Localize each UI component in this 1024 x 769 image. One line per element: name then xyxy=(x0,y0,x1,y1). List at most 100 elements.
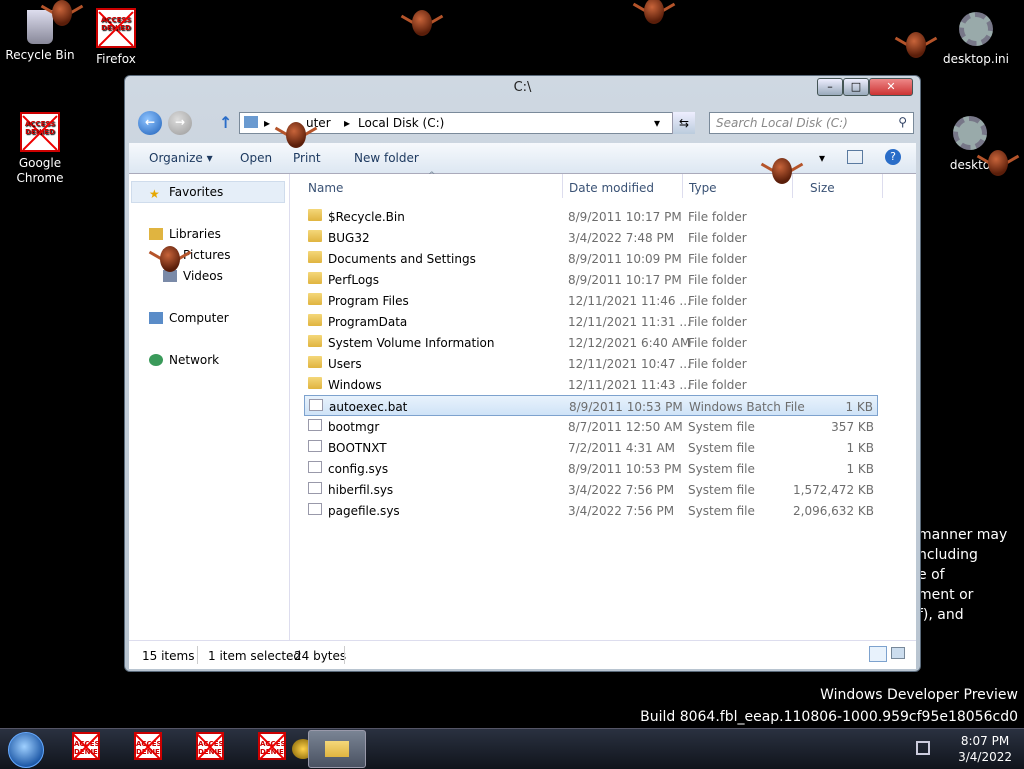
table-row[interactable]: Program Files 12/11/2021 11:46 ... File fo… xyxy=(304,290,878,311)
close-button[interactable]: ✕ xyxy=(869,78,913,96)
desktop-icon-desktop-ini[interactable]: desktop.ini xyxy=(936,12,1016,66)
status-divider xyxy=(197,646,198,664)
column-divider[interactable] xyxy=(792,174,793,198)
column-header-size[interactable]: Size xyxy=(810,181,835,195)
table-row[interactable]: BUG32 3/4/2022 7:48 PM File folder xyxy=(304,227,878,248)
desktop-icon-google-chrome[interactable]: ACCESS DENIED Google Chrome xyxy=(0,112,80,186)
column-divider[interactable] xyxy=(882,174,883,198)
table-row[interactable]: $Recycle.Bin 8/9/2011 10:17 PM File folder xyxy=(304,206,878,227)
open-button[interactable]: Open xyxy=(240,151,272,165)
address-crumb-local-disk[interactable]: Local Disk (C:) xyxy=(358,116,444,130)
desktop-icon-desktop-ini-2[interactable]: deskto xyxy=(930,116,1010,172)
desktop-icon-recycle-bin[interactable]: Recycle Bin xyxy=(0,10,80,62)
computer-icon xyxy=(149,312,163,324)
file-type: File folder xyxy=(688,357,747,371)
file-date: 12/11/2021 11:46 ... xyxy=(568,294,691,308)
start-button[interactable] xyxy=(8,732,44,768)
nav-item-computer[interactable]: Computer xyxy=(149,311,229,325)
file-date: 8/9/2011 10:17 PM xyxy=(568,210,682,224)
chevron-down-icon[interactable]: ▾ xyxy=(654,116,660,130)
file-date: 8/7/2011 12:50 AM xyxy=(568,420,683,434)
background-text-line: f), and xyxy=(918,607,964,623)
taskbar-explorer-button[interactable] xyxy=(308,730,366,768)
preview-pane-icon[interactable] xyxy=(847,150,863,164)
taskbar-clock[interactable]: 8:07 PM 3/4/2022 xyxy=(958,733,1012,765)
table-row[interactable]: bootmgr 8/7/2011 12:50 AM System file 357 K… xyxy=(304,416,878,437)
table-row[interactable]: Windows 12/11/2021 11:43 ... File folder xyxy=(304,374,878,395)
file-size: 357 KB xyxy=(831,420,874,434)
status-item-count: 15 items xyxy=(142,649,195,663)
up-arrow-icon[interactable]: ↑ xyxy=(219,113,232,132)
table-row[interactable]: ProgramData 12/11/2021 11:31 ... File fold… xyxy=(304,311,878,332)
help-icon[interactable]: ? xyxy=(885,149,901,165)
file-name: BUG32 xyxy=(328,231,370,245)
nav-item-network[interactable]: Network xyxy=(149,353,219,367)
taskbar-access-denied-icon[interactable]: ACCESS DENIED xyxy=(72,732,100,760)
desktop-icon-label: Google Chrome xyxy=(16,156,64,185)
table-row[interactable]: pagefile.sys 3/4/2022 7:56 PM System file 2… xyxy=(304,500,878,521)
recycle-bin-icon xyxy=(27,10,53,44)
file-name: Program Files xyxy=(328,294,409,308)
nav-item-videos[interactable]: Videos xyxy=(163,269,223,283)
access-denied-text: ACCESS DENIED xyxy=(198,740,224,756)
table-row[interactable]: BOOTNXT 7/2/2011 4:31 AM System file 1 KB xyxy=(304,437,878,458)
refresh-icon[interactable]: ⇆ xyxy=(672,112,695,134)
file-icon xyxy=(308,440,322,452)
file-type: File folder xyxy=(688,210,747,224)
shortcut-folder-icon xyxy=(308,251,322,263)
table-row[interactable]: Documents and Settings 8/9/2011 10:09 PM F… xyxy=(304,248,878,269)
file-name: Windows xyxy=(328,378,382,392)
taskbar-access-denied-icon[interactable]: ACCESS DENIED xyxy=(258,732,286,760)
file-size: 1 KB xyxy=(846,462,874,476)
column-header-date[interactable]: Date modified xyxy=(569,181,654,195)
column-header-type[interactable]: Type xyxy=(689,181,717,195)
watermark-line: Build 8064.fbl_eeap.110806-1000.959cf95e… xyxy=(640,709,1018,725)
folder-icon xyxy=(308,293,322,305)
view-options-icon[interactable]: ▾ xyxy=(819,151,825,165)
column-divider[interactable] xyxy=(562,174,563,198)
file-date: 3/4/2022 7:56 PM xyxy=(568,504,675,518)
nav-item-favorites[interactable]: ★ Favorites xyxy=(149,185,223,201)
desktop-icon-label: Firefox xyxy=(96,52,136,66)
access-denied-text: ACCESS DENIED xyxy=(24,120,56,136)
print-button[interactable]: Print xyxy=(293,151,321,165)
back-button[interactable]: ← xyxy=(138,111,162,135)
forward-button[interactable]: → xyxy=(168,111,192,135)
table-row[interactable]: autoexec.bat 8/9/2011 10:53 PM Windows Bat… xyxy=(304,395,878,416)
new-folder-button[interactable]: New folder xyxy=(354,151,419,165)
desktop-icon-firefox[interactable]: ACCESS DENIED Firefox xyxy=(76,8,156,66)
access-denied-icon: ACCESS DENIED xyxy=(20,112,60,152)
organize-button[interactable]: Organize ▾ xyxy=(149,151,213,165)
nav-item-libraries[interactable]: Libraries xyxy=(149,227,221,241)
column-divider[interactable] xyxy=(682,174,683,198)
details-view-icon[interactable] xyxy=(869,646,887,662)
file-icon xyxy=(308,482,322,494)
maximize-button[interactable]: □ xyxy=(843,78,869,96)
table-row[interactable]: Users 12/11/2021 10:47 ... File folder xyxy=(304,353,878,374)
pictures-icon xyxy=(163,249,177,261)
address-bar[interactable]: ▸ uter ▸ Local Disk (C:) ▾ ⇆ xyxy=(239,112,695,134)
table-row[interactable]: hiberfil.sys 3/4/2022 7:56 PM System file 1… xyxy=(304,479,878,500)
table-row[interactable]: PerfLogs 8/9/2011 10:17 PM File folder xyxy=(304,269,878,290)
access-denied-text: ACCESS DENIED xyxy=(136,740,162,756)
column-header-name[interactable]: Name xyxy=(308,181,343,195)
taskbar-access-denied-icon[interactable]: ACCESS DENIED xyxy=(134,732,162,760)
file-type: File folder xyxy=(688,273,747,287)
explorer-window[interactable]: C:\ – □ ✕ ← → ↑ ▸ uter ▸ Local Disk (C:)… xyxy=(124,75,921,672)
clock-time: 8:07 PM xyxy=(960,734,1010,748)
search-icon[interactable]: ⚲ xyxy=(898,115,907,129)
search-placeholder: Search Local Disk (C:) xyxy=(716,116,848,130)
folder-icon xyxy=(308,272,322,284)
nav-item-pictures[interactable]: Pictures xyxy=(163,248,231,262)
address-crumb-computer[interactable]: uter xyxy=(306,116,331,130)
large-icons-view-icon[interactable] xyxy=(891,647,905,659)
minimize-button[interactable]: – xyxy=(817,78,843,96)
navigation-pane: ★ Favorites Libraries Pictures Videos Com… xyxy=(129,174,290,640)
file-type: File folder xyxy=(688,252,747,266)
table-row[interactable]: System Volume Information 12/12/2021 6:40… xyxy=(304,332,878,353)
search-input[interactable]: Search Local Disk (C:) ⚲ xyxy=(709,112,914,134)
table-row[interactable]: config.sys 8/9/2011 10:53 PM System file 1 … xyxy=(304,458,878,479)
clock-date: 3/4/2022 xyxy=(958,750,1012,764)
taskbar-access-denied-icon[interactable]: ACCESS DENIED xyxy=(196,732,224,760)
network-tray-icon[interactable] xyxy=(916,741,930,755)
